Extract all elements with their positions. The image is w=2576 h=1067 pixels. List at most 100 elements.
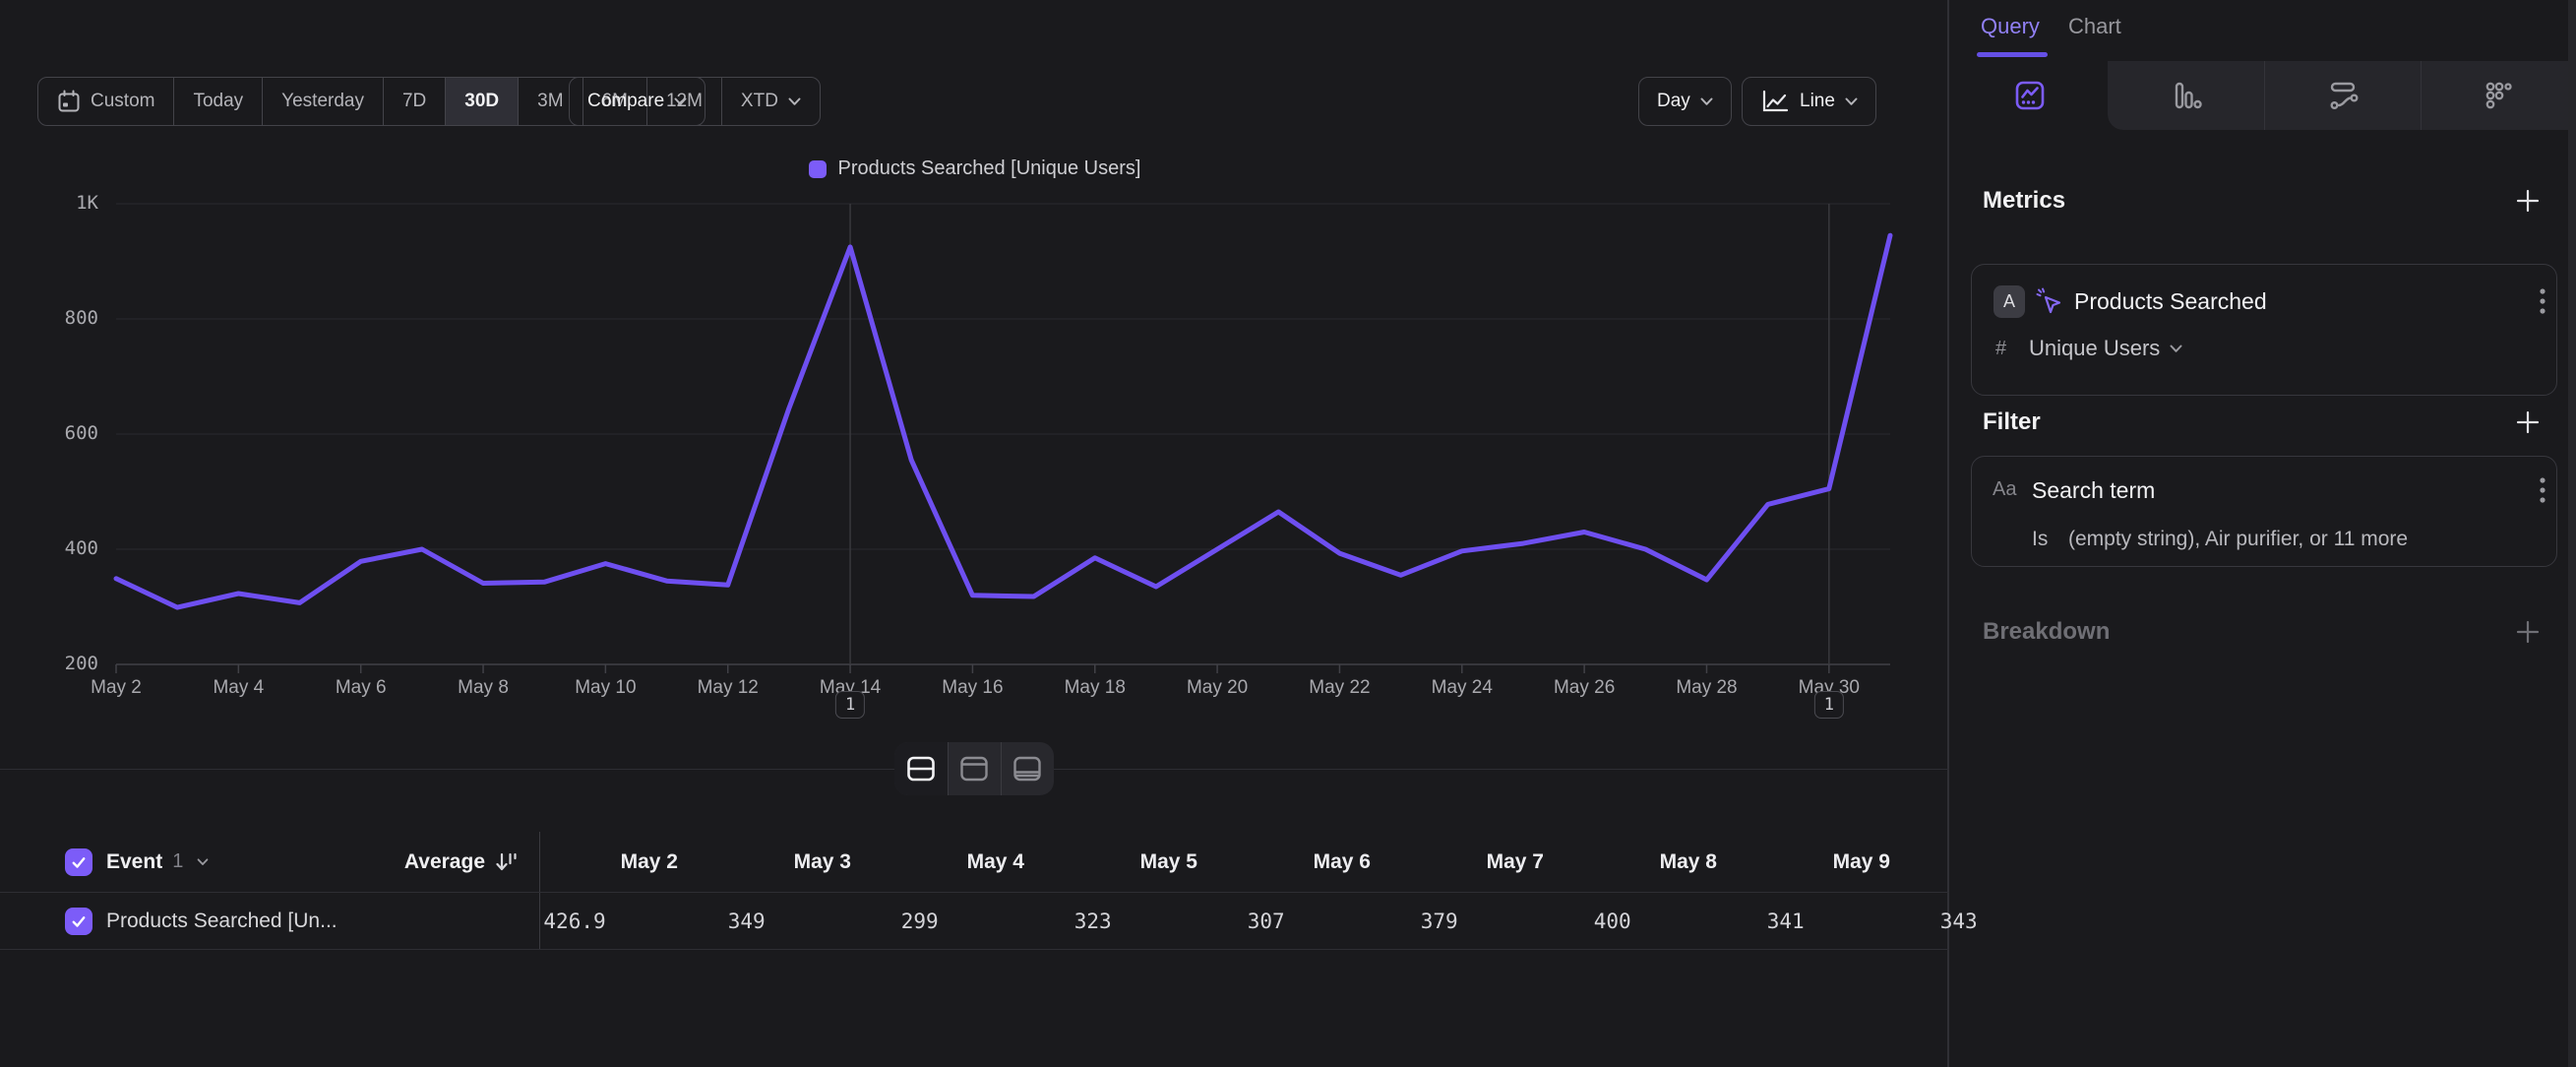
panel-scrollbar[interactable] bbox=[2568, 0, 2576, 1067]
plus-icon bbox=[2515, 619, 2541, 645]
compare-label: Compare bbox=[587, 91, 664, 112]
aggregation-symbol: # bbox=[1995, 338, 2006, 360]
add-metric-button[interactable] bbox=[2512, 185, 2544, 217]
funnels-tab-icon bbox=[2170, 80, 2203, 111]
chevron-down-icon bbox=[2170, 345, 2182, 353]
cursor-event-icon bbox=[2035, 286, 2064, 316]
check-icon bbox=[70, 853, 88, 871]
panel-tabs: Query Chart bbox=[1951, 0, 2576, 61]
chart-legend: Products Searched [Unique Users] bbox=[0, 157, 1949, 180]
panel-top-icon bbox=[959, 756, 989, 782]
range-button-yesterday[interactable]: Yesterday bbox=[262, 78, 383, 125]
kebab-menu-icon bbox=[2540, 288, 2545, 314]
day-column-header[interactable]: May 9 bbox=[1731, 850, 1904, 874]
y-tick-label: 800 bbox=[28, 307, 98, 329]
table-header-row: Event 1 Average May 2May 3May 4May 5May … bbox=[0, 832, 1949, 893]
range-button-today[interactable]: Today bbox=[173, 78, 262, 125]
x-tick-label: May 22 bbox=[1285, 677, 1393, 699]
x-tick-label: May 20 bbox=[1163, 677, 1271, 699]
kebab-menu-icon bbox=[2540, 477, 2545, 503]
range-button-30d[interactable]: 30D bbox=[445, 78, 518, 125]
chevron-down-icon[interactable] bbox=[197, 858, 209, 866]
select-all-checkbox[interactable] bbox=[65, 848, 92, 876]
chevron-down-icon bbox=[1845, 97, 1858, 106]
line-chart-icon bbox=[1760, 89, 1790, 114]
day-column-header[interactable]: May 4 bbox=[865, 850, 1038, 874]
x-tick-label: May 18 bbox=[1041, 677, 1149, 699]
report-type-tabs bbox=[1951, 61, 2576, 130]
aggregation-dropdown[interactable]: Unique Users bbox=[2029, 336, 2182, 361]
tab-flows[interactable] bbox=[2264, 61, 2421, 130]
day-column-header[interactable]: May 3 bbox=[692, 850, 865, 874]
range-button-custom[interactable]: Custom bbox=[38, 78, 173, 125]
x-tick-label: May 26 bbox=[1530, 677, 1638, 699]
day-column-header[interactable]: May 2 bbox=[519, 850, 692, 874]
analytics-app: CustomTodayYesterday7D30D3M6M12MXTD Comp… bbox=[0, 0, 2576, 1067]
legend-series-label: Products Searched [Unique Users] bbox=[838, 157, 1141, 180]
chevron-down-icon bbox=[1700, 97, 1713, 106]
sort-desc-icon bbox=[493, 849, 519, 875]
filter-property-name: Search term bbox=[2032, 477, 2155, 504]
event-count: 1 bbox=[172, 850, 183, 873]
chart-type-label: Line bbox=[1800, 91, 1835, 112]
annotation-badge[interactable]: 1 bbox=[835, 691, 865, 719]
range-button-xtd[interactable]: XTD bbox=[721, 78, 820, 125]
layout-panel-bottom-button[interactable] bbox=[1001, 742, 1054, 795]
annotation-badge[interactable]: 1 bbox=[1814, 691, 1844, 719]
day-column-header[interactable]: May 7 bbox=[1384, 850, 1558, 874]
row-checkbox[interactable] bbox=[65, 908, 92, 935]
filter-operator[interactable]: Is bbox=[2032, 528, 2048, 551]
retention-tab-icon bbox=[2483, 79, 2516, 112]
average-column-header[interactable]: Average bbox=[250, 849, 519, 875]
report-canvas: CustomTodayYesterday7D30D3M6M12MXTD Comp… bbox=[0, 0, 1949, 1067]
x-tick-label: May 2 bbox=[62, 677, 170, 699]
insights-tab-icon bbox=[2014, 80, 2046, 111]
table-row: Products Searched [Un... 426.9 349299323… bbox=[0, 893, 1949, 950]
add-breakdown-button[interactable] bbox=[2512, 616, 2544, 648]
day-cell-value: 349 bbox=[606, 910, 779, 933]
metric-card[interactable]: A Products Searched # Unique Users bbox=[1971, 264, 2557, 396]
metric-event-name: Products Searched bbox=[2074, 288, 2267, 315]
layout-panel-top-button[interactable] bbox=[948, 742, 1001, 795]
table-column-divider bbox=[539, 832, 540, 892]
plus-icon bbox=[2515, 409, 2541, 435]
tab-query[interactable]: Query bbox=[1981, 14, 2040, 39]
metric-kebab-menu[interactable] bbox=[2528, 286, 2557, 316]
layout-split-rows-button[interactable] bbox=[894, 742, 948, 795]
compare-button[interactable]: Compare bbox=[569, 77, 705, 126]
day-cell-value: 323 bbox=[952, 910, 1126, 933]
tab-insights[interactable] bbox=[1951, 61, 2108, 130]
y-tick-label: 600 bbox=[28, 422, 98, 444]
x-tick-label: May 28 bbox=[1652, 677, 1760, 699]
x-tick-label: May 24 bbox=[1408, 677, 1516, 699]
x-tick-label: May 4 bbox=[184, 677, 292, 699]
text-property-badge: Aa bbox=[1993, 478, 2016, 501]
chevron-down-icon bbox=[788, 97, 801, 106]
y-tick-label: 200 bbox=[28, 653, 98, 674]
metrics-section-title: Metrics bbox=[1983, 187, 2065, 215]
granularity-dropdown[interactable]: Day bbox=[1638, 77, 1732, 126]
filter-value[interactable]: (empty string), Air purifier, or 11 more bbox=[2068, 528, 2408, 551]
metric-letter-badge: A bbox=[1993, 285, 2025, 318]
event-column-header: Event bbox=[106, 850, 162, 874]
filter-card[interactable]: Aa Search term Is (empty string), Air pu… bbox=[1971, 456, 2557, 567]
layout-switcher bbox=[894, 742, 1054, 795]
x-tick-label: May 10 bbox=[551, 677, 659, 699]
breakdown-section-title: Breakdown bbox=[1983, 618, 2110, 646]
row-average-value: 426.9 bbox=[543, 910, 605, 933]
table-column-divider bbox=[539, 893, 540, 949]
tab-chart[interactable]: Chart bbox=[2068, 14, 2121, 39]
day-column-header[interactable]: May 6 bbox=[1211, 850, 1384, 874]
add-filter-button[interactable] bbox=[2512, 407, 2544, 438]
series-line bbox=[116, 235, 1890, 607]
filter-kebab-menu[interactable] bbox=[2528, 475, 2557, 505]
check-icon bbox=[70, 912, 88, 930]
tab-funnels[interactable] bbox=[2108, 61, 2264, 130]
day-cell-value: 379 bbox=[1299, 910, 1472, 933]
day-column-header[interactable]: May 8 bbox=[1558, 850, 1731, 874]
split-rows-icon bbox=[906, 756, 936, 782]
chart-type-dropdown[interactable]: Line bbox=[1742, 77, 1876, 126]
day-column-header[interactable]: May 5 bbox=[1038, 850, 1211, 874]
tab-retention[interactable] bbox=[2421, 61, 2576, 130]
range-button-7d[interactable]: 7D bbox=[383, 78, 445, 125]
